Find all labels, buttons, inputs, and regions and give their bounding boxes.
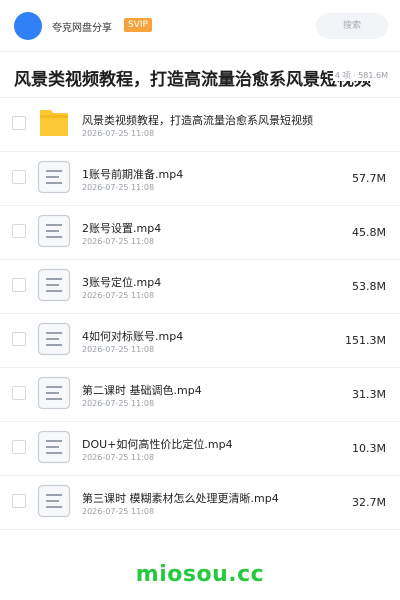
list-item[interactable]: DOU+如何高性价比定位.mp4 2026-07-25 11:08 10.3M [0,422,400,476]
share-owner-name: 夸克网盘分享 [52,23,112,34]
page-title: 风景类视频教程，打造高流量治愈系风景短视频 [14,70,371,90]
item-name[interactable]: 4如何对标账号.mp4 [82,328,183,344]
item-date: 2026-07-25 11:08 [82,237,155,246]
item-checkbox[interactable] [12,224,26,238]
avatar[interactable] [14,12,42,40]
document-icon [37,214,71,248]
item-size: 31.3M [352,388,386,401]
item-date: 2026-07-25 11:08 [82,399,155,408]
item-date: 2026-07-25 11:08 [82,291,155,300]
item-checkbox[interactable] [12,116,26,130]
folder-icon [37,106,71,140]
item-name[interactable]: 2账号设置.mp4 [82,220,161,236]
list-item[interactable]: 第二课时 基础调色.mp4 2026-07-25 11:08 31.3M [0,368,400,422]
item-checkbox[interactable] [12,386,26,400]
item-size: 53.8M [352,280,386,293]
share-header: 夸克网盘分享 SVIP 搜索 [0,0,400,52]
watermark-text: miosou.cc [135,562,265,587]
document-icon [37,376,71,410]
item-checkbox[interactable] [12,440,26,454]
document-icon [37,430,71,464]
item-name[interactable]: DOU+如何高性价比定位.mp4 [82,436,233,452]
document-icon [37,268,71,302]
list-item[interactable]: 第三课时 模糊素材怎么处理更清晰.mp4 2026-07-25 11:08 32.7… [0,476,400,530]
item-checkbox[interactable] [12,332,26,346]
item-name[interactable]: 第二课时 基础调色.mp4 [82,382,202,398]
item-date: 2026-07-25 11:08 [82,129,155,138]
item-size: 57.7M [352,172,386,185]
item-date: 2026-07-25 11:08 [82,345,155,354]
item-checkbox[interactable] [12,494,26,508]
item-checkbox[interactable] [12,278,26,292]
list-item[interactable]: 风景类视频教程，打造高流量治愈系风景短视频 2026-07-25 11:08 [0,98,400,152]
document-icon [37,484,71,518]
item-size: 151.3M [345,334,386,347]
item-name[interactable]: 1账号前期准备.mp4 [82,166,183,182]
document-icon [37,322,71,356]
item-name[interactable]: 第三课时 模糊素材怎么处理更清晰.mp4 [82,490,279,506]
item-name[interactable]: 3账号定位.mp4 [82,274,161,290]
list-item[interactable]: 2账号设置.mp4 2026-07-25 11:08 45.8M [0,206,400,260]
item-date: 2026-07-25 11:08 [82,183,155,192]
item-size: 10.3M [352,442,386,455]
list-item[interactable]: 1账号前期准备.mp4 2026-07-25 11:08 57.7M [0,152,400,206]
list-item[interactable]: 4如何对标账号.mp4 2026-07-25 11:08 151.3M [0,314,400,368]
item-size: 45.8M [352,226,386,239]
item-size: 32.7M [352,496,386,509]
folder-title-bar: 风景类视频教程，打造高流量治愈系风景短视频 4 项 · 581.6M [0,52,400,98]
item-name[interactable]: 风景类视频教程，打造高流量治愈系风景短视频 [82,112,313,128]
svip-badge: SVIP [124,18,152,32]
item-date: 2026-07-25 11:08 [82,453,155,462]
document-icon [37,160,71,194]
list-item[interactable]: 3账号定位.mp4 2026-07-25 11:08 53.8M [0,260,400,314]
item-date: 2026-07-25 11:08 [82,507,155,516]
folder-meta: 4 项 · 581.6M [332,70,388,81]
item-checkbox[interactable] [12,170,26,184]
file-list: 风景类视频教程，打造高流量治愈系风景短视频 2026-07-25 11:08 1账号… [0,98,400,530]
search-input[interactable]: 搜索 [316,13,388,39]
